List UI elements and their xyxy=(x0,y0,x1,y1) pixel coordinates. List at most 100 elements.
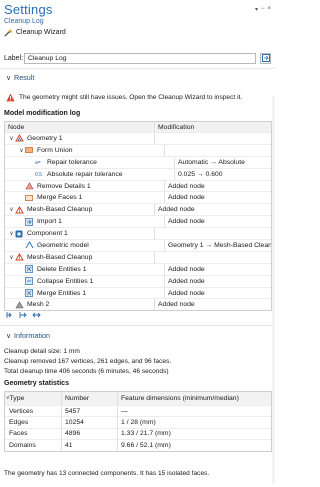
log-node-cell[interactable]: Geometric model xyxy=(5,240,165,251)
merge-faces-icon xyxy=(25,194,34,202)
log-modification-cell: Added node xyxy=(168,277,205,285)
log-row[interactable]: a= Repair tolerance Automatic → Absolute xyxy=(5,155,271,168)
geometry-statistics-title: Geometry statistics xyxy=(4,380,69,387)
cleanup-wizard-label: Cleanup Wizard xyxy=(16,29,66,36)
log-modification-cell: Added node xyxy=(158,206,195,214)
stats-row: Vertices 5457— xyxy=(5,405,271,417)
stats-header-row: ˅Type Number Feature dimensions (minimum… xyxy=(5,392,271,405)
log-node-cell[interactable]: Merge Faces 1 xyxy=(5,192,165,204)
minimize-icon[interactable]: − xyxy=(261,6,265,13)
log-row[interactable]: ∨ Mesh-Based Cleanup xyxy=(5,250,271,263)
log-row[interactable]: Import 1 Added node xyxy=(5,215,271,228)
reset-label-icon xyxy=(261,54,270,62)
settings-header: Settings Cleanup Log Cleanup Wizard ▾ − … xyxy=(4,2,271,42)
move-nodes-icon[interactable] xyxy=(32,311,41,319)
modification-log-table: Node Modification ∨ Geometry 1 ∨ Form Union… xyxy=(4,121,272,312)
column-header-number[interactable]: Number xyxy=(61,392,117,405)
abs-repair-tolerance-icon: 0.5 xyxy=(35,170,44,178)
close-icon[interactable]: × xyxy=(267,6,271,13)
log-node-cell[interactable]: a= Repair tolerance xyxy=(5,156,175,168)
expand-toggle-icon[interactable]: ∨ xyxy=(8,230,15,237)
log-row[interactable]: Remove Details 1 Added node xyxy=(5,179,271,192)
stats-type-cell: Faces xyxy=(9,430,28,438)
log-row[interactable]: Geometric model Geometry 1 → Mesh-Based C… xyxy=(5,239,271,251)
column-header-modification[interactable]: Modification xyxy=(155,124,271,131)
stats-dimensions-cell: 9.66 / 52.1 (mm) xyxy=(117,440,271,451)
expand-toggle-icon[interactable]: ∨ xyxy=(8,206,15,213)
log-node-cell[interactable]: Merge Entities 1 xyxy=(5,287,165,299)
stats-row: Faces 4896 1.33 / 21.7 (mm) xyxy=(5,427,271,440)
cleanup-wizard-button[interactable]: Cleanup Wizard xyxy=(4,28,271,37)
stats-dimensions-cell: — xyxy=(117,406,271,417)
divider xyxy=(0,68,275,69)
result-section-title: Result xyxy=(14,73,35,82)
info-detail-size: Cleanup detail size: 1 mm xyxy=(4,348,80,355)
column-header-node[interactable]: Node xyxy=(5,122,155,132)
info-total-time: Total cleanup time 406 seconds (6 minute… xyxy=(4,368,169,375)
info-removed-entities: Cleanup removed 167 vertices, 261 edges,… xyxy=(4,358,172,365)
log-row[interactable]: ∨ Component 1 xyxy=(5,227,271,240)
warning-icon xyxy=(6,93,15,102)
log-node-cell[interactable]: ∨ Geometry 1 xyxy=(5,133,155,144)
log-node-cell[interactable]: Import 1 xyxy=(5,216,165,228)
log-row[interactable]: ∨ Geometry 1 xyxy=(5,132,271,144)
chevron-down-icon: ∨ xyxy=(6,74,12,82)
column-header-type[interactable]: ˅Type xyxy=(5,395,61,402)
expand-all-icon[interactable] xyxy=(6,311,15,319)
log-row[interactable]: Delete Entities 1 Added node xyxy=(5,262,271,275)
mesh-icon xyxy=(15,301,24,309)
geometric-model-icon xyxy=(25,241,34,249)
log-node-cell[interactable]: Mesh 2 xyxy=(5,299,155,311)
reset-label-button[interactable] xyxy=(260,52,271,64)
log-node-label: Absolute repair tolerance xyxy=(47,170,123,178)
label-row: Label: Cleanup Log xyxy=(4,52,271,64)
column-header-feature-dimensions[interactable]: Feature dimensions (minimum/median) xyxy=(117,392,271,405)
log-node-cell[interactable]: Remove Details 1 xyxy=(5,180,165,192)
log-node-cell[interactable]: ∨ Component 1 xyxy=(5,228,155,240)
log-node-cell[interactable]: ∨ Mesh-Based Cleanup xyxy=(5,204,155,216)
collapse-all-icon[interactable] xyxy=(19,311,28,319)
expand-toggle-icon[interactable]: ∨ xyxy=(8,254,15,261)
log-row[interactable]: Merge Entities 1 Added node xyxy=(5,286,271,299)
information-section-header[interactable]: ∨ Information xyxy=(0,330,275,341)
geometry-statistics-table: ˅Type Number Feature dimensions (minimum… xyxy=(4,391,272,452)
log-row[interactable]: 0.5 Absolute repair tolerance 0.025 → 0.60… xyxy=(5,167,271,180)
log-modification-cell: Added node xyxy=(168,265,205,273)
mesh-geometry-icon xyxy=(15,253,24,261)
vertical-scrollbar[interactable] xyxy=(272,96,275,484)
log-row[interactable]: Collapse Entities 1 Added node xyxy=(5,274,271,287)
expand-toggle-icon[interactable]: ∨ xyxy=(18,147,25,154)
log-modification-cell: Geometry 1 → Mesh-Based Cleanup xyxy=(168,241,271,249)
log-modification-cell: Added node xyxy=(158,301,195,309)
log-node-cell[interactable]: Delete Entities 1 xyxy=(5,263,165,275)
delete-entities-icon xyxy=(25,265,34,274)
collapse-entities-icon xyxy=(25,277,34,285)
result-section-header[interactable]: ∨ Result xyxy=(0,72,275,83)
stats-row: Edges 10254 1 / 28 (mm) xyxy=(5,416,271,428)
import-icon xyxy=(25,217,34,226)
label-input[interactable]: Cleanup Log xyxy=(24,52,256,64)
log-row[interactable]: ∨ Form Union xyxy=(5,143,271,156)
log-node-label: Import 1 xyxy=(37,218,62,226)
log-modification-cell: 0.025 → 0.600 xyxy=(178,170,223,178)
log-node-cell[interactable]: Collapse Entities 1 xyxy=(5,275,165,287)
dropdown-arrow-icon[interactable]: ▾ xyxy=(255,6,258,13)
log-node-label: Repair tolerance xyxy=(47,158,97,166)
log-node-label: Merge Faces 1 xyxy=(37,194,83,202)
log-node-cell[interactable]: ∨ Form Union xyxy=(5,144,165,156)
warning-message: The geometry might still have issues. Op… xyxy=(6,93,271,102)
log-node-cell[interactable]: 0.5 Absolute repair tolerance xyxy=(5,168,175,180)
expand-toggle-icon[interactable]: ∨ xyxy=(8,135,15,142)
log-row[interactable]: Mesh 2 Added node xyxy=(5,298,271,311)
stats-number-cell: 41 xyxy=(61,440,117,451)
log-row[interactable]: Merge Faces 1 Added node xyxy=(5,191,271,204)
log-node-label: Geometric model xyxy=(37,241,89,249)
stats-type-cell: Domains xyxy=(9,441,36,449)
label-caption: Label: xyxy=(4,54,24,62)
log-node-cell[interactable]: ∨ Mesh-Based Cleanup xyxy=(5,251,155,263)
log-modification-cell: Added node xyxy=(168,289,205,297)
log-node-label: Collapse Entities 1 xyxy=(37,277,94,285)
log-row[interactable]: ∨ Mesh-Based Cleanup Added node xyxy=(5,203,271,216)
remove-details-icon xyxy=(25,182,34,190)
log-modification-cell: Added node xyxy=(168,194,205,202)
